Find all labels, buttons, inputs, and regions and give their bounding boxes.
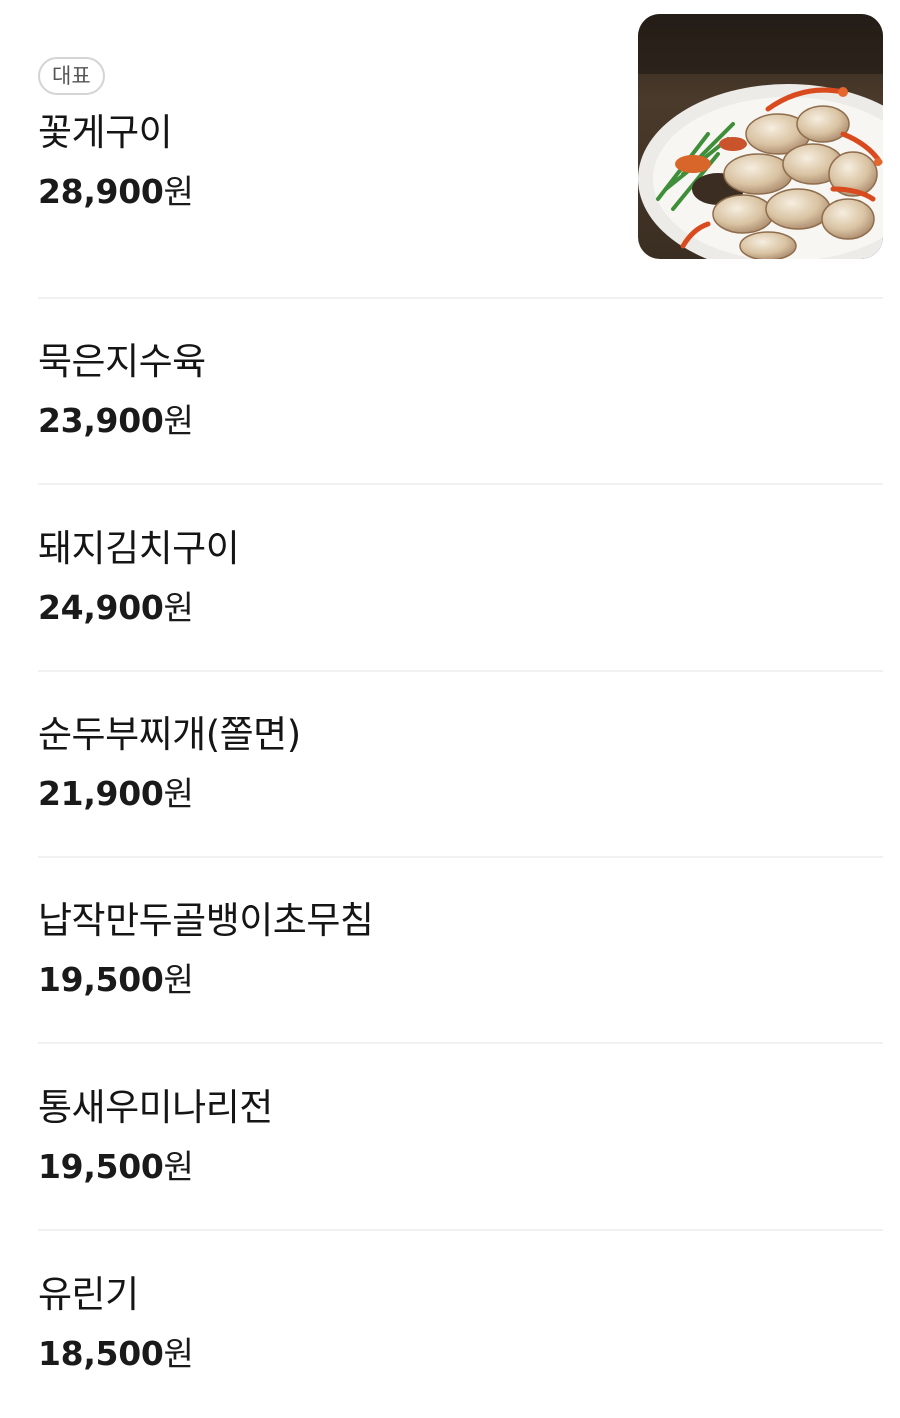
- menu-item-pork-kimchi-grill[interactable]: 돼지김치구이 24,900원: [38, 486, 883, 672]
- price-currency: 원: [163, 1147, 194, 1186]
- menu-item-price: 21,900원: [38, 774, 194, 814]
- grilled-crab-photo-icon: [638, 14, 883, 259]
- price-amount: 23,900: [38, 401, 164, 440]
- price-amount: 28,900: [38, 172, 164, 211]
- menu-item-price: 28,900원: [38, 172, 194, 212]
- menu-item-name: 묵은지수육: [38, 340, 206, 383]
- menu-item-name: 유린기: [38, 1273, 139, 1316]
- menu-item-aged-kimchi-suyuk[interactable]: 묵은지수육 23,900원: [38, 299, 883, 485]
- menu-item-yuringi[interactable]: 유린기 18,500원: [38, 1232, 883, 1418]
- price-currency: 원: [163, 588, 194, 627]
- price-currency: 원: [163, 960, 194, 999]
- menu-item-name: 통새우미나리전: [38, 1086, 273, 1129]
- price-currency: 원: [163, 401, 194, 440]
- menu-item-price: 24,900원: [38, 588, 194, 628]
- price-currency: 원: [163, 172, 194, 211]
- price-amount: 19,500: [38, 1147, 164, 1186]
- featured-badge: 대표: [38, 57, 105, 95]
- menu-item-dumpling-whelk-salad[interactable]: 납작만두골뱅이초무침 19,500원: [38, 858, 883, 1044]
- menu-item-price: 19,500원: [38, 960, 194, 1000]
- menu-item-name: 꽃게구이: [38, 111, 173, 154]
- menu-item-price: 19,500원: [38, 1147, 194, 1187]
- menu-item-price: 23,900원: [38, 401, 194, 441]
- price-amount: 19,500: [38, 960, 164, 999]
- price-currency: 원: [163, 774, 194, 813]
- menu-item-price: 18,500원: [38, 1334, 194, 1374]
- menu-item-name: 순두부찌개(쫄면): [38, 713, 301, 756]
- menu-list: 대표 꽃게구이 28,900원 묵은지수육 23,900원 돼지김치구이 24,…: [0, 0, 900, 1403]
- price-amount: 21,900: [38, 774, 164, 813]
- menu-item-shrimp-minari-pancake[interactable]: 통새우미나리전 19,500원: [38, 1045, 883, 1231]
- menu-item-photo[interactable]: [638, 14, 883, 259]
- menu-item-name: 돼지김치구이: [38, 527, 240, 570]
- price-amount: 24,900: [38, 588, 164, 627]
- price-amount: 18,500: [38, 1334, 164, 1373]
- menu-item-name: 납작만두골뱅이초무침: [38, 899, 374, 942]
- menu-item-soft-tofu-stew[interactable]: 순두부찌개(쫄면) 21,900원: [38, 672, 883, 858]
- menu-item-flower-crab-grill[interactable]: 대표 꽃게구이 28,900원: [38, 0, 883, 299]
- price-currency: 원: [163, 1334, 194, 1373]
